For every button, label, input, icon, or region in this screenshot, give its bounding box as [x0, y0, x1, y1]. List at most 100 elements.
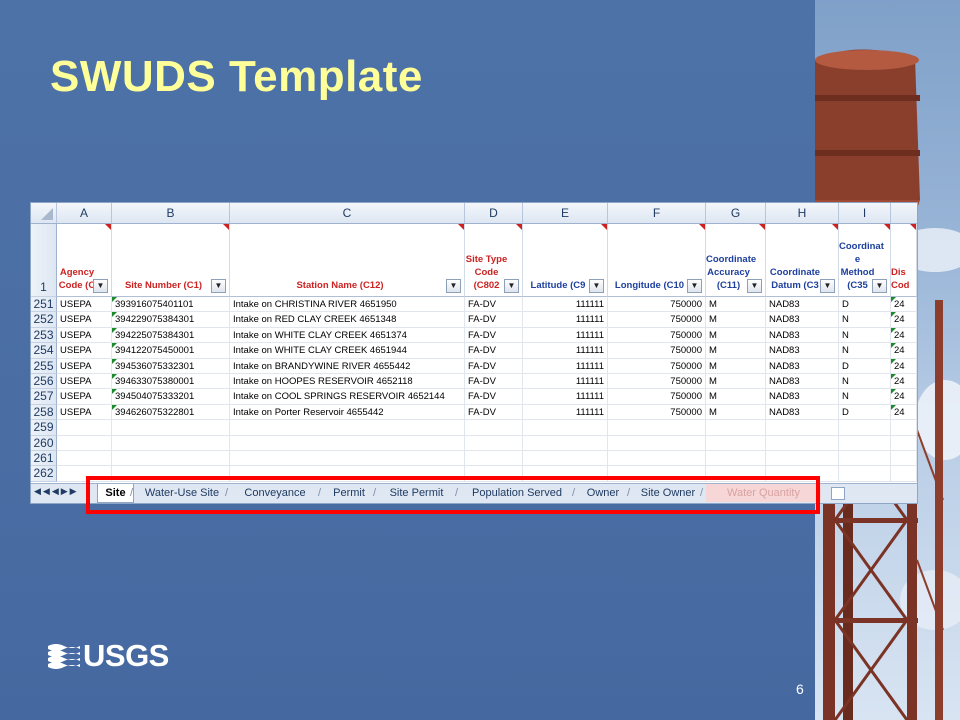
- row-number[interactable]: 260: [31, 435, 57, 451]
- column-letter-b[interactable]: B: [112, 203, 230, 223]
- row-number[interactable]: 261: [31, 451, 57, 467]
- header-cell-h[interactable]: Coordinate Datum (C3 ▼: [766, 224, 839, 297]
- table-cell[interactable]: N: [839, 343, 891, 359]
- table-cell[interactable]: [839, 466, 891, 482]
- table-cell[interactable]: Intake on HOOPES RESERVOIR 4652118: [230, 374, 465, 390]
- table-cell[interactable]: NAD83: [766, 358, 839, 374]
- table-cell[interactable]: 24: [891, 297, 917, 313]
- table-cell[interactable]: [57, 420, 112, 436]
- row-number[interactable]: 251: [31, 297, 57, 313]
- table-cell[interactable]: 394633075380001: [112, 374, 230, 390]
- row-number[interactable]: 257: [31, 389, 57, 405]
- table-cell[interactable]: 111111: [523, 297, 608, 313]
- table-cell[interactable]: N: [839, 327, 891, 344]
- table-cell[interactable]: FA-DV: [465, 312, 523, 328]
- table-cell[interactable]: [706, 435, 766, 451]
- table-cell[interactable]: M: [706, 404, 766, 421]
- table-cell[interactable]: [891, 435, 917, 451]
- table-cell[interactable]: 111111: [523, 327, 608, 344]
- table-cell[interactable]: M: [706, 358, 766, 374]
- table-cell[interactable]: 394536075332301: [112, 358, 230, 374]
- table-cell[interactable]: 24: [891, 404, 917, 421]
- table-cell[interactable]: 750000: [608, 327, 706, 344]
- row-number[interactable]: 254: [31, 343, 57, 359]
- table-cell[interactable]: FA-DV: [465, 374, 523, 390]
- table-cell[interactable]: Intake on RED CLAY CREEK 4651348: [230, 312, 465, 328]
- table-cell[interactable]: FA-DV: [465, 297, 523, 313]
- table-cell[interactable]: USEPA: [57, 358, 112, 374]
- column-letter-g[interactable]: G: [706, 203, 766, 223]
- table-cell[interactable]: 111111: [523, 374, 608, 390]
- column-letter-a[interactable]: A: [57, 203, 112, 223]
- table-cell[interactable]: USEPA: [57, 312, 112, 328]
- table-cell[interactable]: [523, 420, 608, 436]
- table-cell[interactable]: [230, 435, 465, 451]
- row-number[interactable]: 252: [31, 312, 57, 328]
- table-cell[interactable]: USEPA: [57, 343, 112, 359]
- table-cell[interactable]: 750000: [608, 297, 706, 313]
- table-cell[interactable]: [766, 435, 839, 451]
- table-cell[interactable]: [766, 451, 839, 467]
- table-cell[interactable]: NAD83: [766, 374, 839, 390]
- header-cell-c[interactable]: Station Name (C12) ▼: [230, 224, 465, 297]
- table-cell[interactable]: [465, 420, 523, 436]
- table-cell[interactable]: 111111: [523, 312, 608, 328]
- table-cell[interactable]: 394504075333201: [112, 389, 230, 405]
- table-cell[interactable]: [608, 435, 706, 451]
- table-cell[interactable]: USEPA: [57, 374, 112, 390]
- table-cell[interactable]: [891, 466, 917, 482]
- table-cell[interactable]: USEPA: [57, 297, 112, 313]
- filter-dropdown-icon[interactable]: ▼: [589, 279, 604, 293]
- table-cell[interactable]: M: [706, 297, 766, 313]
- table-cell[interactable]: 750000: [608, 343, 706, 359]
- table-cell[interactable]: NAD83: [766, 404, 839, 421]
- table-cell[interactable]: N: [839, 389, 891, 405]
- table-cell[interactable]: 111111: [523, 343, 608, 359]
- table-cell[interactable]: [891, 420, 917, 436]
- table-cell[interactable]: [465, 435, 523, 451]
- table-cell[interactable]: 24: [891, 358, 917, 374]
- row-number[interactable]: 262: [31, 466, 57, 482]
- table-cell[interactable]: Intake on Porter Reservoir 4655442: [230, 404, 465, 421]
- row-number[interactable]: 255: [31, 358, 57, 374]
- header-cell-i[interactable]: Coordinat e Method (C35 ▼: [839, 224, 891, 297]
- table-cell[interactable]: Intake on COOL SPRINGS RESERVOIR 4652144: [230, 389, 465, 405]
- row-number[interactable]: 256: [31, 374, 57, 390]
- filter-dropdown-icon[interactable]: ▼: [820, 279, 835, 293]
- row-number-header[interactable]: 1: [31, 224, 57, 297]
- table-cell[interactable]: [57, 435, 112, 451]
- column-letter-c[interactable]: C: [230, 203, 465, 223]
- table-cell[interactable]: [523, 435, 608, 451]
- column-letter-i[interactable]: I: [839, 203, 891, 223]
- table-cell[interactable]: [112, 435, 230, 451]
- table-cell[interactable]: M: [706, 389, 766, 405]
- row-number[interactable]: 259: [31, 420, 57, 436]
- table-cell[interactable]: 24: [891, 374, 917, 390]
- table-cell[interactable]: 394122075450001: [112, 343, 230, 359]
- table-cell[interactable]: 24: [891, 312, 917, 328]
- table-cell[interactable]: FA-DV: [465, 389, 523, 405]
- table-cell[interactable]: M: [706, 374, 766, 390]
- table-cell[interactable]: Intake on WHITE CLAY CREEK 4651944: [230, 343, 465, 359]
- table-cell[interactable]: [230, 420, 465, 436]
- table-cell[interactable]: N: [839, 374, 891, 390]
- header-cell-e[interactable]: Latitude (C9 ▼: [523, 224, 608, 297]
- row-number[interactable]: 253: [31, 327, 57, 344]
- table-cell[interactable]: [706, 451, 766, 467]
- header-cell-g[interactable]: Coordinate Accuracy (C11) ▼: [706, 224, 766, 297]
- table-cell[interactable]: M: [706, 343, 766, 359]
- table-cell[interactable]: 750000: [608, 389, 706, 405]
- header-cell-b[interactable]: Site Number (C1) ▼: [112, 224, 230, 297]
- table-cell[interactable]: NAD83: [766, 312, 839, 328]
- filter-dropdown-icon[interactable]: ▼: [211, 279, 226, 293]
- table-cell[interactable]: 111111: [523, 404, 608, 421]
- header-cell-d[interactable]: Site Type Code (C802 ▼: [465, 224, 523, 297]
- table-cell[interactable]: USEPA: [57, 404, 112, 421]
- table-cell[interactable]: D: [839, 297, 891, 313]
- column-letter-h[interactable]: H: [766, 203, 839, 223]
- select-all-corner[interactable]: [31, 203, 57, 223]
- table-cell[interactable]: D: [839, 404, 891, 421]
- table-cell[interactable]: FA-DV: [465, 404, 523, 421]
- table-cell[interactable]: USEPA: [57, 389, 112, 405]
- header-cell-f[interactable]: Longitude (C10 ▼: [608, 224, 706, 297]
